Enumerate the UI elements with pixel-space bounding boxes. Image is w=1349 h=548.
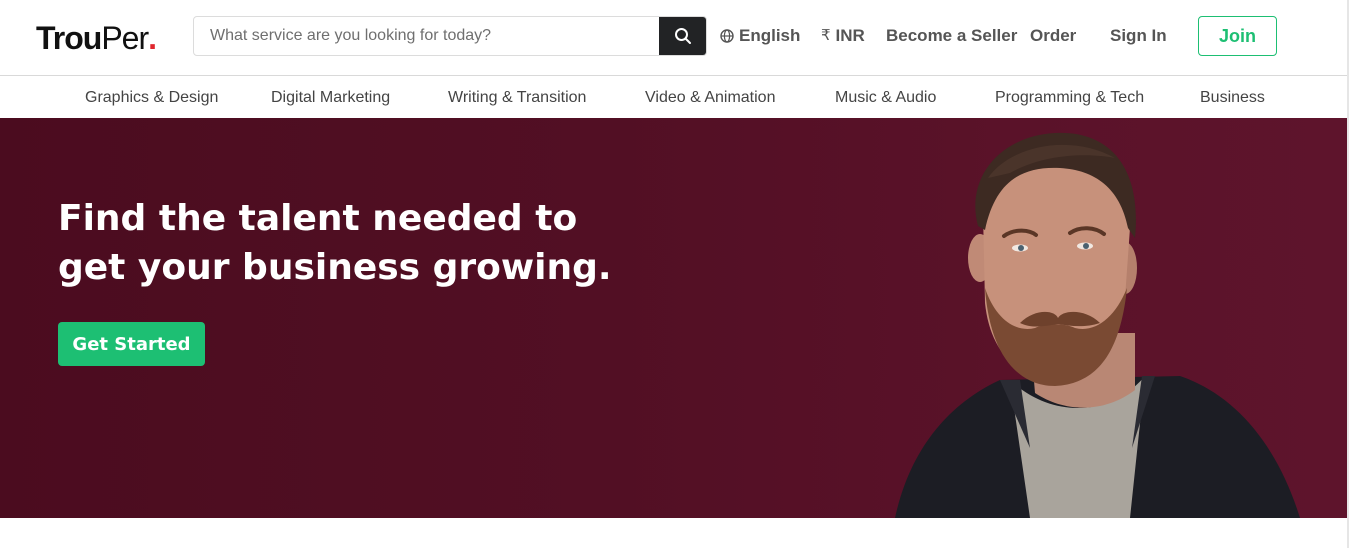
search-bar xyxy=(193,16,707,56)
join-button[interactable]: Join xyxy=(1198,16,1277,56)
hero-title-line2: get your business growing. xyxy=(58,247,612,288)
logo-part-regular: Per xyxy=(101,20,149,56)
category-bar: Graphics & Design Digital Marketing Writ… xyxy=(0,77,1349,118)
top-header: TrouPer. English ₹ INR xyxy=(0,0,1349,76)
category-digital-marketing[interactable]: Digital Marketing xyxy=(271,88,390,107)
logo-part-bold: Trou xyxy=(36,20,102,56)
language-label: English xyxy=(739,26,801,45)
order-link[interactable]: Order xyxy=(1030,26,1076,46)
become-seller-link[interactable]: Become a Seller xyxy=(886,26,1017,46)
search-button[interactable] xyxy=(659,17,706,55)
get-started-button[interactable]: Get Started xyxy=(58,322,205,366)
category-writing-transition[interactable]: Writing & Transition xyxy=(448,88,586,107)
hero-person-image xyxy=(895,132,1300,518)
currency-label: INR xyxy=(835,26,865,45)
category-graphics-design[interactable]: Graphics & Design xyxy=(85,88,218,107)
search-icon xyxy=(675,28,691,44)
hero-banner: Find the talent needed to get your busin… xyxy=(0,118,1349,518)
category-programming-tech[interactable]: Programming & Tech xyxy=(995,88,1144,107)
sign-in-link[interactable]: Sign In xyxy=(1110,26,1167,46)
currency-selector[interactable]: ₹ INR xyxy=(821,26,865,46)
category-video-animation[interactable]: Video & Animation xyxy=(645,88,775,107)
logo[interactable]: TrouPer. xyxy=(36,20,157,56)
category-business[interactable]: Business xyxy=(1200,88,1265,107)
logo-dot: . xyxy=(148,20,157,56)
globe-icon xyxy=(720,29,734,43)
language-selector[interactable]: English xyxy=(720,26,800,46)
search-input[interactable] xyxy=(194,17,660,55)
hero-title-line1: Find the talent needed to xyxy=(58,198,578,239)
category-music-audio[interactable]: Music & Audio xyxy=(835,88,936,107)
hero-title: Find the talent needed to get your busin… xyxy=(58,194,618,292)
rupee-icon: ₹ xyxy=(821,27,831,44)
page: TrouPer. English ₹ INR xyxy=(0,0,1349,548)
